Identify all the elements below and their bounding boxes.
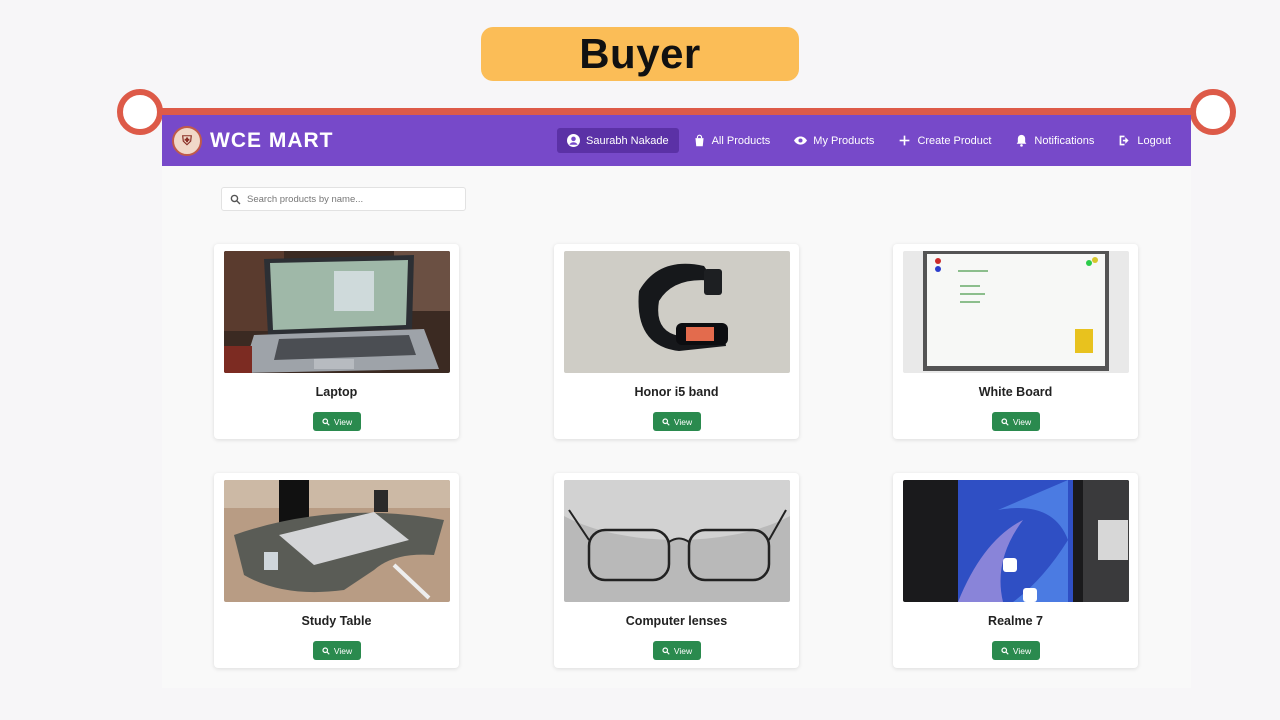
shopping-bag-icon [695, 134, 704, 147]
banner-title: Buyer [579, 30, 701, 77]
product-name: Realme 7 [988, 614, 1043, 628]
product-name: Computer lenses [625, 614, 728, 628]
annotation-circle-right [1190, 89, 1236, 135]
view-button[interactable]: View [313, 412, 361, 431]
product-card: Honor i5 band View [554, 244, 799, 439]
annotation-line [140, 108, 1213, 115]
brand-name: WCE MART [210, 128, 334, 152]
product-image-study-table [224, 480, 450, 602]
nav-notifications[interactable]: Notifications [1005, 128, 1104, 153]
product-name: Study Table [301, 614, 372, 628]
view-button-label: View [333, 416, 353, 427]
view-button-label: View [1012, 416, 1032, 427]
product-card: White Board View [893, 244, 1138, 439]
search-icon [230, 194, 241, 204]
nav-user-profile[interactable]: Saurabh Nakade [557, 128, 679, 153]
view-button[interactable]: View [653, 412, 701, 431]
annotation-circle-left [117, 89, 163, 135]
product-card: Study Table View [214, 473, 459, 668]
search-icon [662, 646, 670, 655]
brand[interactable]: ⛨ WCE MART [172, 125, 334, 156]
view-button[interactable]: View [653, 641, 701, 660]
nav-item-label: Create Product [917, 134, 992, 147]
logout-icon [1119, 135, 1129, 146]
view-button-label: View [1012, 645, 1032, 656]
product-name: Honor i5 band [634, 385, 719, 399]
nav-logout[interactable]: Logout [1108, 128, 1181, 153]
user-circle-icon [567, 134, 581, 147]
search-icon [322, 417, 330, 426]
view-button[interactable]: View [992, 641, 1040, 660]
product-image-laptop [224, 251, 450, 373]
product-card: Realme 7 View [893, 473, 1138, 668]
college-logo-icon: ⛨ [172, 125, 202, 156]
search-icon [322, 646, 330, 655]
plus-icon [900, 135, 910, 146]
app-window: ⛨ WCE MART Saurabh Nakade All Products M… [162, 115, 1191, 688]
nav-my-products[interactable]: My Products [784, 128, 884, 153]
search-input[interactable] [247, 193, 447, 205]
bell-icon [1017, 134, 1027, 147]
navbar: ⛨ WCE MART Saurabh Nakade All Products M… [162, 115, 1191, 166]
view-button-label: View [673, 416, 693, 427]
nav-item-label: Notifications [1034, 134, 1095, 147]
product-image-computer-lenses [564, 480, 790, 602]
nav-item-label: Logout [1137, 134, 1171, 147]
product-card: Computer lenses View [554, 473, 799, 668]
search-icon [1001, 417, 1009, 426]
view-button-label: View [333, 645, 353, 656]
view-button-label: View [673, 645, 693, 656]
search-icon [662, 417, 670, 426]
nav-item-label: Saurabh Nakade [586, 134, 669, 147]
product-image-realme-7 [903, 480, 1129, 602]
buyer-banner: Buyer [481, 27, 799, 81]
search-bar[interactable] [221, 187, 466, 211]
product-name: Laptop [315, 385, 358, 399]
product-name: White Board [978, 385, 1053, 399]
nav-item-label: My Products [813, 134, 875, 147]
nav-create-product[interactable]: Create Product [888, 128, 1001, 153]
product-image-white-board [903, 251, 1129, 373]
view-button[interactable]: View [313, 641, 361, 660]
product-card: Laptop View [214, 244, 459, 439]
eye-icon [794, 136, 808, 145]
product-image-honor-band [564, 251, 790, 373]
nav-all-products[interactable]: All Products [683, 128, 781, 153]
view-button[interactable]: View [992, 412, 1040, 431]
nav-item-label: All Products [711, 134, 771, 147]
search-icon [1001, 646, 1009, 655]
